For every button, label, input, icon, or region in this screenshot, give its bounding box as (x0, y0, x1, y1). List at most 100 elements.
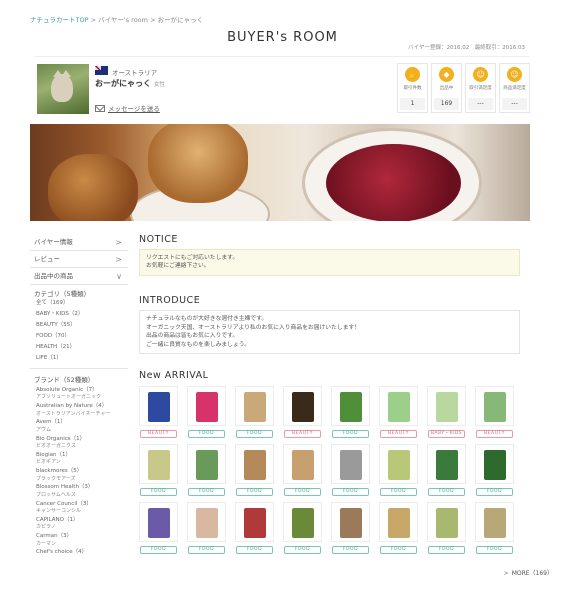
sidebar-item-buyer-info[interactable]: バイヤー情報 > (30, 234, 128, 251)
product-image[interactable] (235, 502, 274, 542)
category-tag: FOOD (380, 488, 417, 496)
product-card[interactable]: FOOD (139, 444, 178, 498)
brand-name-jp: オーストラリアンバイネーチャー (36, 410, 111, 417)
product-card[interactable]: FOOD (331, 386, 370, 440)
product-image[interactable] (139, 386, 178, 426)
product-card[interactable]: FOOD (331, 444, 370, 498)
product-image[interactable] (379, 502, 418, 542)
product-package-shape (148, 450, 170, 480)
notice-box: リクエストにもご対応いたします。 お気軽にご連絡下さい。 (139, 249, 520, 276)
brand-link[interactable]: Carman（3） カーマン (36, 532, 122, 548)
brand-name: Absolute Organic（7） (36, 386, 98, 393)
breadcrumb-home-link[interactable]: ナチュラカートTOP (30, 16, 89, 24)
sidebar-item-label: バイヤー情報 (34, 238, 73, 246)
product-card[interactable]: BABY・KIDS (427, 386, 466, 440)
product-card[interactable]: FOOD (187, 502, 226, 556)
product-card[interactable]: BEAUTY (139, 386, 178, 440)
product-card[interactable]: FOOD (235, 444, 274, 498)
category-tag: FOOD (332, 546, 369, 554)
product-card[interactable]: FOOD (427, 502, 466, 556)
product-image[interactable] (235, 386, 274, 426)
brand-link[interactable]: Bio Organics（1） ビオオーガニクス (36, 435, 122, 451)
product-image[interactable] (475, 444, 514, 484)
category-link[interactable]: HEALTH（21） (36, 344, 122, 352)
product-card[interactable]: FOOD (427, 444, 466, 498)
brand-link[interactable]: blackmores（5） ブラックモアーズ (36, 467, 122, 483)
brand-link[interactable]: Absolute Organic（7） アブソリュートオーガニック (36, 386, 122, 402)
product-image[interactable] (139, 502, 178, 542)
stat-value: --- (468, 98, 493, 110)
product-image[interactable] (331, 502, 370, 542)
brand-name: blackmores（5） (36, 468, 83, 475)
product-card[interactable]: FOOD (187, 444, 226, 498)
brand-link[interactable]: Avem（1） アヴム (36, 418, 122, 434)
product-card[interactable]: FOOD (283, 444, 322, 498)
category-link[interactable]: BABY・KIDS（2） (36, 311, 122, 319)
product-image[interactable] (283, 444, 322, 484)
brand-link[interactable]: Biogian（1） ビオギアン (36, 451, 122, 467)
product-card[interactable]: BEAUTY (283, 386, 322, 440)
category-link[interactable]: LIFE（1） (36, 355, 122, 363)
product-card[interactable]: FOOD (331, 502, 370, 556)
category-tag: BEAUTY (284, 430, 321, 438)
product-image[interactable] (379, 444, 418, 484)
brand-link[interactable]: Cancer Council（3） キャンサーコンシル (36, 500, 122, 516)
more-label: MORE（169） (511, 570, 553, 577)
product-card[interactable]: BEAUTY (475, 386, 514, 440)
product-package-shape (148, 508, 170, 538)
brand-name-jp: ビオオーガニクス (36, 443, 76, 450)
product-image[interactable] (283, 386, 322, 426)
product-image[interactable] (475, 502, 514, 542)
product-card[interactable]: FOOD (187, 386, 226, 440)
product-image[interactable] (235, 444, 274, 484)
brand-name: CAPILANO（1） (36, 516, 79, 523)
introduce-title: INTRODUCE (139, 295, 201, 306)
category-tag: FOOD (476, 546, 513, 554)
product-card[interactable]: FOOD (283, 502, 322, 556)
category-link[interactable]: FOOD（70） (36, 333, 122, 341)
product-package-shape (292, 450, 314, 480)
scone-shape (148, 124, 248, 203)
product-card[interactable]: FOOD (139, 502, 178, 556)
product-image[interactable] (475, 386, 514, 426)
product-card[interactable]: FOOD (475, 444, 514, 498)
product-package-shape (196, 450, 218, 480)
product-image[interactable] (379, 386, 418, 426)
breadcrumb-room-link[interactable]: バイヤー's room (98, 16, 148, 24)
stat-value: 1 (400, 98, 425, 110)
send-message-link[interactable]: メッセージを送る (95, 103, 160, 113)
category-list: 全て（169） BABY・KIDS（2） BEAUTY（55） FOOD（70）… (30, 298, 128, 368)
gender-label: 女性 (154, 82, 166, 88)
product-image[interactable] (331, 386, 370, 426)
brand-link[interactable]: Chef's choice（4） (36, 548, 122, 557)
brand-name: Blossom Health（3） (36, 484, 94, 491)
product-image[interactable] (283, 502, 322, 542)
product-image[interactable] (427, 502, 466, 542)
brand-name: Avem（1） (36, 419, 66, 426)
product-image[interactable] (187, 386, 226, 426)
product-card[interactable]: FOOD (379, 444, 418, 498)
product-card[interactable]: FOOD (235, 386, 274, 440)
product-image[interactable] (187, 444, 226, 484)
category-link[interactable]: 全て（169） (36, 300, 122, 308)
category-tag: BEAUTY (140, 430, 177, 438)
brand-link[interactable]: CAPILANO（1） カピラノ (36, 516, 122, 532)
brand-name: Cancer Council（3） (36, 500, 92, 507)
sidebar-item-listings[interactable]: 出品中の商品 ∨ (30, 268, 128, 285)
product-card[interactable]: FOOD (235, 502, 274, 556)
product-image[interactable] (427, 386, 466, 426)
brand-link[interactable]: Australian by Nature（4） オーストラリアンバイネーチャー (36, 402, 122, 418)
introduce-line: 出品の商品は皆もお気に入りです。 (146, 333, 239, 340)
more-link[interactable]: > MORE（169） (504, 568, 553, 577)
product-card[interactable]: FOOD (379, 502, 418, 556)
smile-icon: ☺ (473, 67, 488, 82)
category-link[interactable]: BEAUTY（55） (36, 322, 122, 330)
brand-link[interactable]: Blossom Health（3） ブロッサムヘルス (36, 483, 122, 499)
product-card[interactable]: FOOD (475, 502, 514, 556)
product-image[interactable] (427, 444, 466, 484)
product-image[interactable] (187, 502, 226, 542)
product-image[interactable] (139, 444, 178, 484)
product-image[interactable] (331, 444, 370, 484)
sidebar-item-reviews[interactable]: レビュー > (30, 251, 128, 268)
product-card[interactable]: BEAUTY (379, 386, 418, 440)
